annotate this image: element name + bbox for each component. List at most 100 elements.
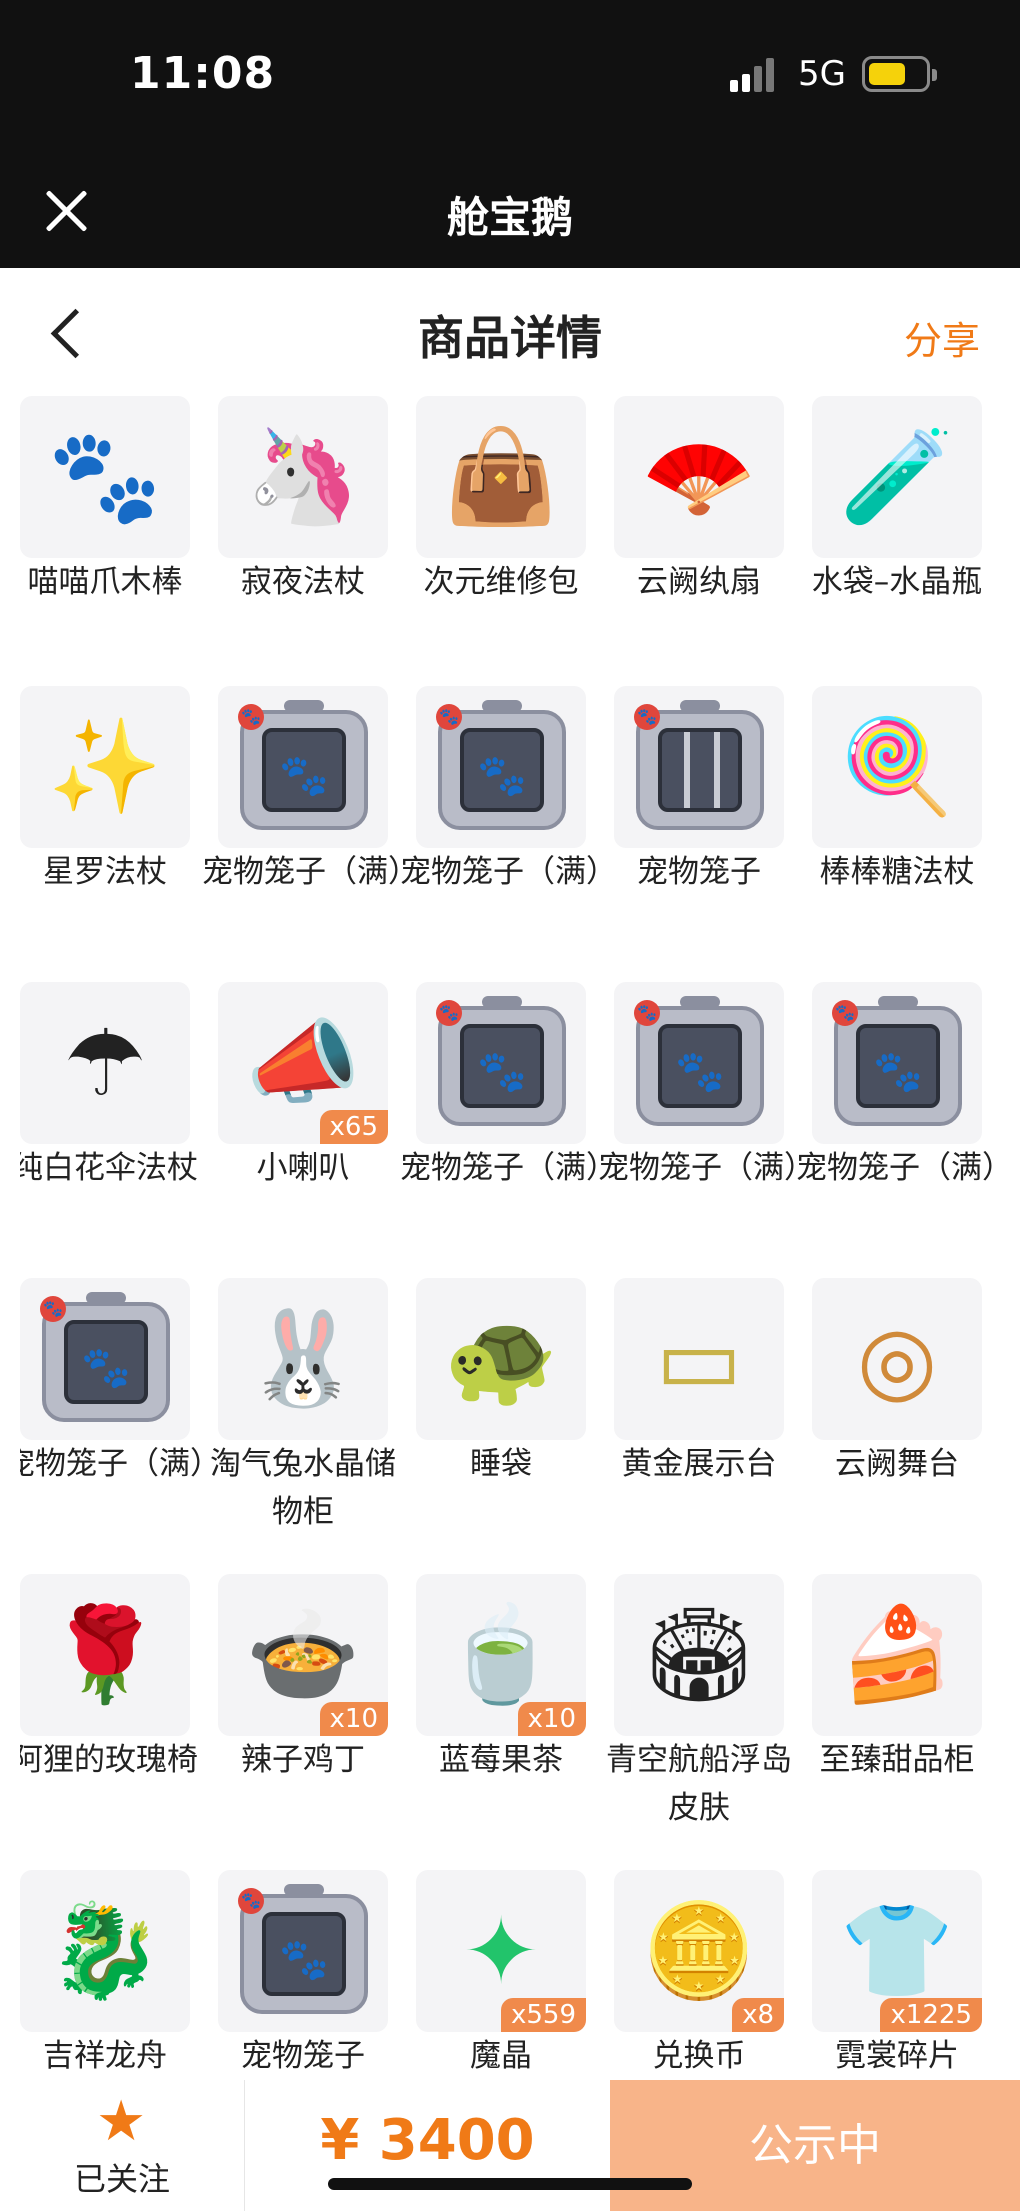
item-thumbnail: 🍭 xyxy=(812,686,982,848)
item-thumbnail: 🐢 xyxy=(416,1278,586,1440)
item-name: 云阙纨扇 xyxy=(637,564,761,600)
grid-item[interactable]: ▭ 黄金展示台 xyxy=(614,1278,784,1568)
item-thumbnail: 👜 xyxy=(416,396,586,558)
item-thumbnail: 🐾 🐾 xyxy=(416,686,586,848)
item-name: 宠物笼子（满） xyxy=(400,1150,617,1186)
grid-item[interactable]: 🍲 x10 辣子鸡丁 xyxy=(218,1574,388,1864)
page-title: 商品详情 xyxy=(418,311,602,365)
grid-item[interactable]: 🍭 棒棒糖法杖 xyxy=(812,686,982,976)
grid-item[interactable]: 📣 x65 小喇叭 xyxy=(218,982,388,1272)
grid-item[interactable]: 🐾 🐾 宠物笼子（满） xyxy=(400,982,617,1272)
grid-item[interactable]: ◎ 云阙舞台 xyxy=(812,1278,982,1568)
grid-item[interactable]: ☂ 纯白花伞法杖 xyxy=(20,982,198,1272)
grid-item[interactable]: 👜 次元维修包 xyxy=(416,396,586,686)
paw-badge-icon: 🐾 xyxy=(436,1000,462,1026)
grid-item[interactable]: 🪙 x8 兑换币 xyxy=(614,1870,784,2080)
grid-item[interactable]: 🍵 x10 蓝莓果茶 xyxy=(416,1574,586,1864)
item-thumbnail: 🐾 🐾 xyxy=(416,982,586,1144)
signal-icon xyxy=(730,58,780,92)
pet-cage-icon xyxy=(636,700,764,830)
item-name: 蓝莓果茶 xyxy=(439,1742,563,1778)
item-name: 棒棒糖法杖 xyxy=(819,854,975,890)
paw-badge-icon: 🐾 xyxy=(634,1000,660,1026)
grid-item[interactable]: 🐉 吉祥龙舟 xyxy=(20,1870,190,2080)
item-name: 水袋–水晶瓶 xyxy=(811,564,983,600)
quantity-badge: x8 xyxy=(732,1998,784,2032)
item-name: 宠物笼子 xyxy=(637,854,761,890)
grid-item[interactable]: 🐾 宠物笼子 xyxy=(614,686,784,976)
pet-cage-full-icon: 🐾 xyxy=(636,996,764,1126)
grid-item[interactable]: 🪭 云阙纨扇 xyxy=(614,396,784,686)
item-thumbnail: 🐾 xyxy=(20,396,190,558)
app-bar: 舱宝鹅 xyxy=(0,150,1020,268)
network-label: 5G xyxy=(798,54,846,94)
grid-item[interactable]: 🐾 🐾 宠物笼子 xyxy=(218,1870,388,2080)
pegasus-staff-icon: 🦄 xyxy=(245,423,361,530)
paw-badge-icon: 🐾 xyxy=(40,1296,66,1322)
grid-item[interactable]: 🐾 🐾 宠物笼子（满） xyxy=(400,686,617,976)
bunny-cabinet-icon: 🐰 xyxy=(245,1305,361,1412)
item-name: 至臻甜品柜 xyxy=(819,1742,975,1778)
grid-item[interactable]: 👕 x1225 霓裳碎片 xyxy=(812,1870,982,2080)
grid-item[interactable]: 🐾 🐾 宠物笼子（满） xyxy=(598,982,815,1272)
floating-island-icon: 🏟 xyxy=(640,1601,758,1708)
item-name: 宠物笼子（满） xyxy=(202,854,419,890)
item-thumbnail: 🐾 🐾 xyxy=(20,1278,190,1440)
item-thumbnail: 🍲 x10 xyxy=(218,1574,388,1736)
item-name: 宠物笼子（满） xyxy=(598,1150,815,1186)
item-thumbnail: 🐰 xyxy=(218,1278,388,1440)
item-thumbnail: ▭ xyxy=(614,1278,784,1440)
item-thumbnail: ✨ xyxy=(20,686,190,848)
grid-item[interactable]: 🐰 淘气兔水晶储物柜 xyxy=(210,1278,396,1568)
item-thumbnail: 🐾 🐾 xyxy=(614,982,784,1144)
item-name: 星罗法杖 xyxy=(43,854,167,890)
item-thumbnail: 🐾 🐾 xyxy=(218,686,388,848)
pet-cage-full-icon: 🐾 xyxy=(438,996,566,1126)
star-icon: ★ xyxy=(96,2089,147,2154)
paw-badge-icon: 🐾 xyxy=(436,704,462,730)
grid-item[interactable]: 🌹 阿狸的玫瑰椅 xyxy=(20,1574,198,1864)
home-indicator xyxy=(328,2178,692,2190)
item-grid: 🐾 喵喵爪木棒 🦄 寂夜法杖 👜 次元维修包 🪭 云阙纨扇 🧪 水袋–水晶瓶 ✨ 星罗法杖 🐾 🐾 宠物笼子… xyxy=(20,396,1000,2080)
grid-item[interactable]: 🐾 🐾 宠物笼子（满） xyxy=(20,1278,221,1568)
item-name: 霓裳碎片 xyxy=(835,2038,959,2074)
status-bar: 11:08 5G xyxy=(0,0,1020,150)
item-thumbnail: 🦄 xyxy=(218,396,388,558)
quantity-badge: x559 xyxy=(500,1998,586,2032)
pet-cage-full-icon: 🐾 xyxy=(42,1292,170,1422)
grid-item[interactable]: 🏟 青空航船浮岛皮肤 xyxy=(606,1574,792,1864)
paw-badge-icon: 🐾 xyxy=(238,704,264,730)
status-time: 11:08 xyxy=(130,48,276,99)
item-name: 阿狸的玫瑰椅 xyxy=(20,1742,198,1778)
grid-item[interactable]: ✦ x559 魔晶 xyxy=(416,1870,586,2080)
pet-cage-full-icon: 🐾 xyxy=(834,996,962,1126)
grid-item[interactable]: 🍰 至臻甜品柜 xyxy=(812,1574,982,1864)
item-thumbnail: 🍰 xyxy=(812,1574,982,1736)
item-thumbnail: 👕 x1225 xyxy=(812,1870,982,2032)
item-name: 宠物笼子（满） xyxy=(796,1150,1000,1186)
grid-item[interactable]: 🐾 🐾 宠物笼子（满） xyxy=(796,982,1000,1272)
round-fan-icon: 🪭 xyxy=(641,423,757,530)
grid-item[interactable]: ✨ 星罗法杖 xyxy=(20,686,190,976)
follow-button[interactable]: ★ 已关注 xyxy=(0,2080,245,2211)
item-name: 黄金展示台 xyxy=(621,1446,777,1482)
item-thumbnail: 📣 x65 xyxy=(218,982,388,1144)
share-button[interactable]: 分享 xyxy=(904,310,980,365)
grid-item[interactable]: 🐾 🐾 宠物笼子（满） xyxy=(202,686,419,976)
app-title: 舱宝鹅 xyxy=(446,193,573,242)
grid-item[interactable]: 🦄 寂夜法杖 xyxy=(218,396,388,686)
publicity-button[interactable]: 公示中 xyxy=(610,2080,1020,2211)
pet-cage-full-icon: 🐾 xyxy=(240,1884,368,2014)
item-name: 寂夜法杖 xyxy=(241,564,365,600)
grid-item[interactable]: 🐾 喵喵爪木棒 xyxy=(20,396,190,686)
battery-icon xyxy=(862,56,937,92)
crystal-bottle-icon: 🧪 xyxy=(839,423,955,530)
grid-item[interactable]: 🧪 水袋–水晶瓶 xyxy=(812,396,982,686)
item-name: 宠物笼子（满） xyxy=(400,854,617,890)
grid-item[interactable]: 🐢 睡袋 xyxy=(416,1278,586,1568)
paw-badge-icon: 🐾 xyxy=(238,1888,264,1914)
display-platform-icon: ▭ xyxy=(655,1305,743,1413)
dragon-boat-icon: 🐉 xyxy=(47,1897,163,2004)
bottom-bar: ★ 已关注 ¥ 3400 公示中 xyxy=(0,2080,1020,2211)
item-name: 次元维修包 xyxy=(423,564,579,600)
